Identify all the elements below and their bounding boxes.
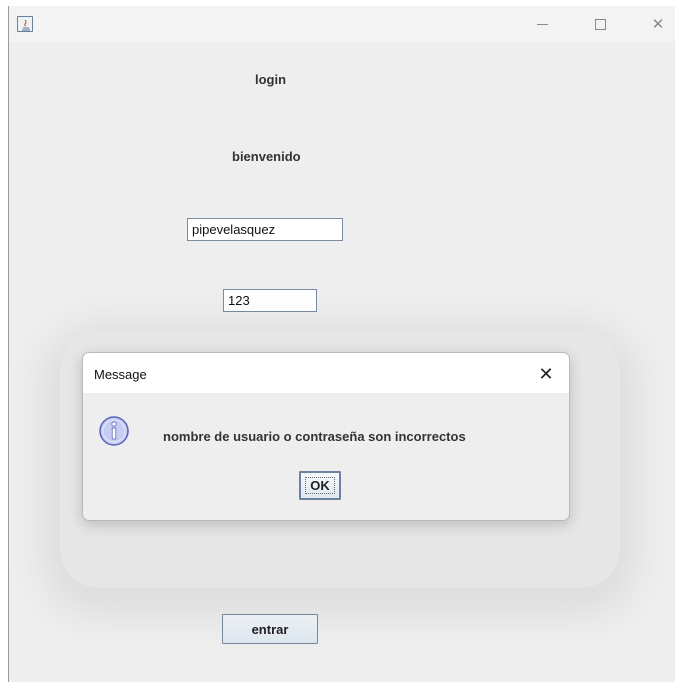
ok-label: OK <box>310 478 330 493</box>
entrar-button[interactable]: entrar <box>222 614 318 644</box>
info-icon <box>98 415 130 447</box>
login-label: login <box>255 72 287 87</box>
maximize-button[interactable] <box>585 12 615 36</box>
minimize-icon <box>536 23 548 25</box>
message-dialog: Message ✕ nombre de usuario o contraseña… <box>82 352 570 521</box>
username-field[interactable] <box>187 218 343 241</box>
ok-button[interactable]: OK <box>299 471 341 500</box>
maximize-icon <box>594 18 606 30</box>
dialog-message: nombre de usuario o contraseña son incor… <box>163 429 466 444</box>
dialog-title: Message <box>94 367 147 382</box>
minimize-button[interactable] <box>527 12 557 36</box>
close-icon: ✕ <box>538 363 554 384</box>
welcome-label: bienvenido <box>232 149 301 164</box>
java-app-icon <box>17 16 33 32</box>
dialog-title-bar[interactable]: Message ✕ <box>83 353 569 393</box>
dialog-close-button[interactable]: ✕ <box>533 361 559 387</box>
title-bar[interactable]: ✕ <box>9 6 675 42</box>
close-button[interactable]: ✕ <box>643 12 673 36</box>
close-icon: ✕ <box>651 15 665 33</box>
password-field[interactable] <box>223 289 317 312</box>
